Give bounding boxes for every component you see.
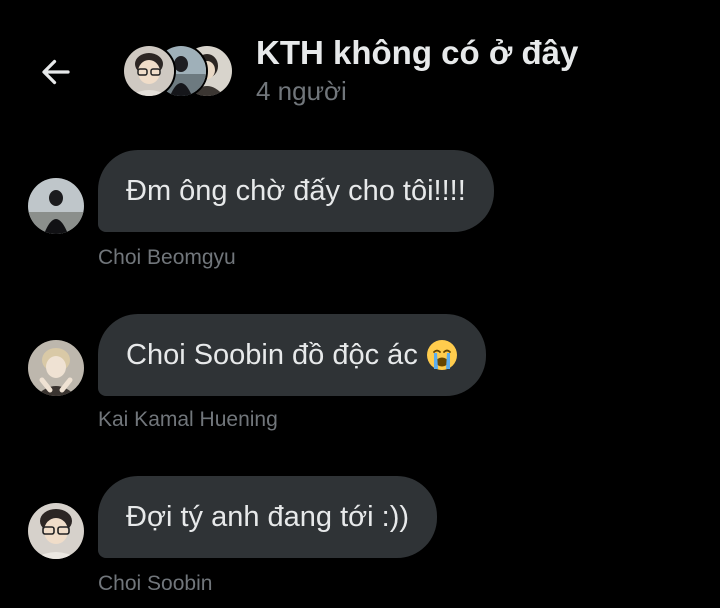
- message-bubble[interactable]: Đm ông chờ đấy cho tôi!!!!: [98, 150, 494, 232]
- avatar[interactable]: [28, 340, 84, 396]
- message-bubble[interactable]: Đợi tý anh đang tới :)): [98, 476, 438, 558]
- message-text: Đm ông chờ đấy cho tôi!!!!: [126, 174, 466, 207]
- avatar[interactable]: [28, 178, 84, 234]
- message-text: Đợi tý anh đang tới :)): [126, 500, 410, 533]
- arrow-left-icon: [42, 59, 70, 85]
- avatar[interactable]: [28, 503, 84, 559]
- loudly-crying-face-icon: [426, 339, 458, 371]
- conversation-title[interactable]: KTH không có ở đây: [256, 34, 578, 72]
- message-text: Choi Soobin đồ độc ác: [126, 338, 418, 371]
- group-avatar-stack[interactable]: [122, 44, 234, 98]
- back-button[interactable]: [36, 52, 76, 92]
- message-bubble[interactable]: Choi Soobin đồ độc ác: [98, 314, 486, 396]
- avatar: [122, 44, 176, 98]
- sender-name: Choi Beomgyu: [98, 246, 236, 269]
- sender-name: Kai Kamal Huening: [98, 408, 278, 431]
- sender-name: Choi Soobin: [98, 572, 213, 595]
- member-count: 4 người: [256, 76, 347, 106]
